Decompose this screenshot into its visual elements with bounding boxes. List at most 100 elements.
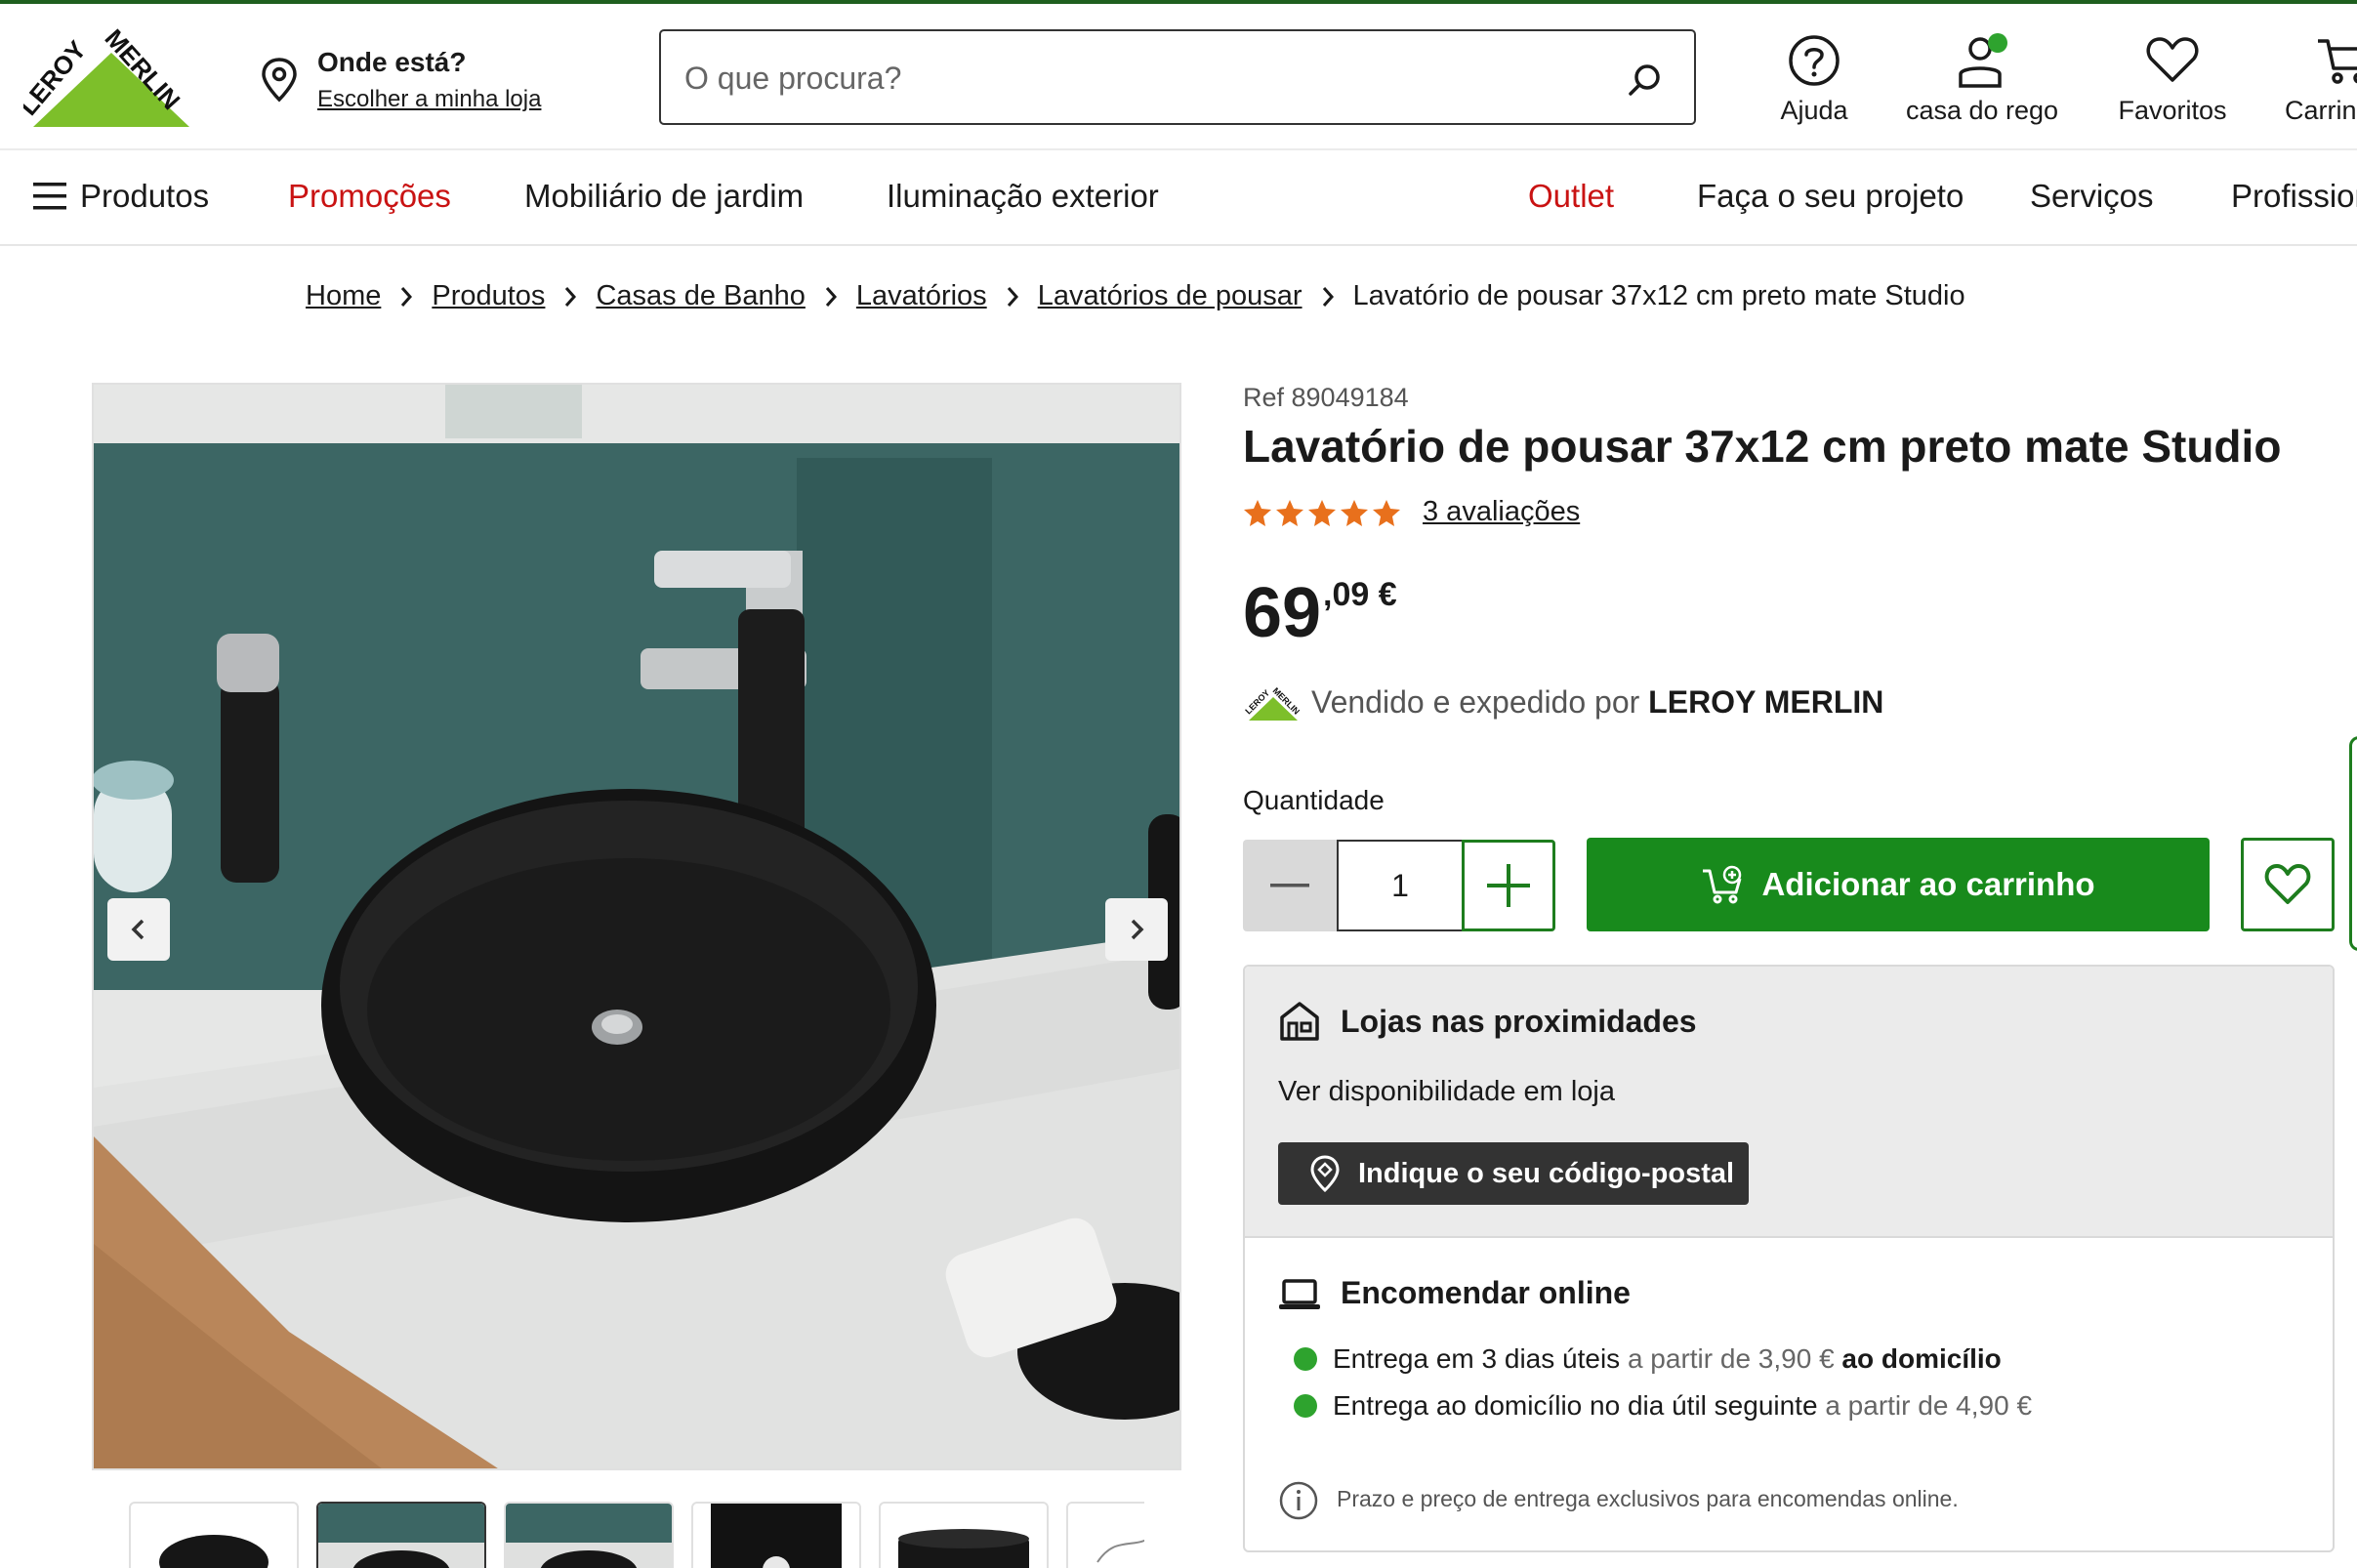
delivery-standard-destination: ao domicílio (1834, 1343, 2002, 1374)
star-icon (1276, 500, 1303, 526)
thumbnail-1[interactable] (129, 1502, 299, 1568)
main-navigation: Produtos Promoções Mobiliário de jardim … (0, 150, 2357, 246)
reviews-link[interactable]: 3 avaliações (1423, 496, 1580, 528)
thumbnail-5[interactable] (879, 1502, 1049, 1568)
product-main-image (94, 385, 1179, 1468)
thumbnail-4[interactable] (691, 1502, 861, 1568)
nav-item-mobiliario-jardim[interactable]: Mobiliário de jardim (524, 178, 804, 215)
cart-button[interactable]: Carrinho (2275, 33, 2357, 131)
help-label: Ajuda (1780, 96, 1848, 125)
chevron-right-icon (987, 280, 1038, 312)
minus-icon (1270, 884, 1309, 887)
favorites-label: Favoritos (2118, 96, 2227, 125)
account-button[interactable]: casa do rego (1894, 33, 2070, 131)
delivery-standard-price: a partir de 3,90 € (1620, 1343, 1835, 1374)
delivery-nextday-main: Entrega ao domicílio no dia útil seguint… (1333, 1390, 1818, 1421)
star-icon (1244, 500, 1271, 526)
seller-info: Vendido e expedido por LEROY MERLIN (1311, 684, 1883, 721)
star-icon (1308, 500, 1336, 526)
nav-item-iluminacao-exterior[interactable]: Iluminação exterior (887, 178, 1159, 215)
product-reference: Ref 89049184 (1243, 383, 1409, 412)
available-status-dot (1294, 1394, 1317, 1418)
add-to-cart-button[interactable]: Adicionar ao carrinho (1587, 838, 2210, 931)
thumbnail-6[interactable] (1066, 1502, 1144, 1568)
postcode-button[interactable]: Indique o seu código-postal (1278, 1142, 1749, 1205)
nav-item-projeto[interactable]: Faça o seu projeto (1697, 178, 1964, 215)
seller-prefix: Vendido e expedido por (1311, 684, 1649, 720)
cart-label: Carrinho (2285, 96, 2357, 125)
search-input[interactable] (684, 53, 1563, 103)
chevron-right-icon (545, 280, 596, 312)
breadcrumb-lavatorios-pousar[interactable]: Lavatórios de pousar (1038, 280, 1303, 312)
product-image-gallery[interactable] (92, 383, 1181, 1470)
price-integer: 69 (1243, 574, 1322, 652)
delivery-info-text: Prazo e preço de entrega exclusivos para… (1337, 1486, 1959, 1511)
breadcrumb-casas-de-banho[interactable]: Casas de Banho (596, 280, 805, 312)
choose-store-link[interactable]: Escolher a minha loja (317, 86, 541, 113)
star-icon (1341, 500, 1368, 526)
nav-item-profissionais[interactable]: Profissionais (2231, 178, 2357, 215)
quantity-increase-button[interactable] (1462, 840, 1555, 931)
plus-icon (1487, 864, 1530, 907)
heart-icon (2264, 864, 2311, 904)
site-header: LEROY MERLIN Onde está? Escolher a minha… (0, 4, 2357, 150)
laptop-icon (1279, 1279, 1320, 1309)
delivery-option-standard: Entrega em 3 dias úteis a partir de 3,90… (1294, 1343, 2002, 1375)
chevron-right-icon (1303, 280, 1353, 312)
gallery-prev-button[interactable] (107, 898, 170, 961)
breadcrumb: Home Produtos Casas de Banho Lavatórios … (306, 280, 1965, 312)
delivery-standard-main: Entrega em 3 dias úteis (1333, 1343, 1621, 1374)
leroy-merlin-small-logo: LEROY MERLIN (1245, 685, 1302, 721)
side-feedback-tab[interactable] (2349, 736, 2357, 951)
delivery-option-next-day: Entrega ao domicílio no dia útil seguint… (1294, 1390, 2032, 1422)
available-status-dot (1294, 1347, 1317, 1371)
rating-stars (1243, 498, 1401, 527)
hamburger-menu-icon (33, 183, 66, 210)
cart-icon (2318, 39, 2357, 84)
store-icon (1280, 1002, 1319, 1041)
store-availability-section: Lojas nas proximidades Ver disponibilida… (1245, 967, 2333, 1238)
add-to-cart-label: Adicionar ao carrinho (1761, 866, 2095, 902)
cart-add-icon (1703, 865, 1742, 904)
breadcrumb-current: Lavatório de pousar 37x12 cm preto mate … (1352, 280, 1965, 311)
breadcrumb-produtos[interactable]: Produtos (432, 280, 545, 312)
thumbnail-2[interactable] (316, 1502, 486, 1568)
star-icon (1373, 500, 1400, 526)
breadcrumb-lavatorios[interactable]: Lavatórios (856, 280, 987, 312)
nav-item-outlet[interactable]: Outlet (1528, 178, 1614, 215)
thumbnail-strip (129, 1502, 1144, 1568)
thumbnail-3[interactable] (504, 1502, 674, 1568)
quantity-label: Quantidade (1243, 785, 1385, 815)
add-to-favorites-button[interactable] (2241, 838, 2335, 931)
chevron-right-icon (381, 280, 432, 312)
nav-products-label: Produtos (80, 178, 210, 214)
info-icon (1279, 1481, 1318, 1520)
favorites-button[interactable]: Favoritos (2109, 33, 2236, 131)
availability-panel: Lojas nas proximidades Ver disponibilida… (1243, 965, 2335, 1552)
nav-products-menu[interactable]: Produtos (31, 178, 209, 215)
help-icon (1789, 35, 1840, 86)
nav-item-servicos[interactable]: Serviços (2030, 178, 2154, 215)
location-title: Onde está? (317, 47, 467, 77)
price-decimal: ,09 € (1323, 576, 1397, 613)
chevron-left-icon (131, 919, 145, 940)
nav-item-promocoes[interactable]: Promoções (288, 178, 451, 215)
store-availability-text: Ver disponibilidade em loja (1278, 1076, 1615, 1107)
store-section-title: Lojas nas proximidades (1341, 1004, 1697, 1039)
leroy-merlin-logo[interactable]: LEROY MERLIN (23, 23, 195, 131)
help-button[interactable]: Ajuda (1765, 33, 1863, 131)
logged-in-status-dot (1988, 33, 2007, 53)
breadcrumb-home[interactable]: Home (306, 280, 381, 312)
delivery-nextday-price: a partir de 4,90 € (1817, 1390, 2033, 1421)
heart-icon (2146, 37, 2199, 82)
gallery-next-button[interactable] (1105, 898, 1168, 961)
chevron-right-icon (806, 280, 856, 312)
search-icon[interactable] (1626, 61, 1665, 100)
account-label: casa do rego (1905, 96, 2059, 125)
seller-name: LEROY MERLIN (1648, 684, 1884, 720)
location-pin-icon[interactable] (260, 57, 299, 103)
quantity-input[interactable]: 1 (1337, 840, 1462, 931)
search-box[interactable] (659, 29, 1696, 125)
product-title: Lavatório de pousar 37x12 cm preto mate … (1243, 421, 2282, 472)
quantity-decrease-button[interactable] (1243, 840, 1337, 931)
